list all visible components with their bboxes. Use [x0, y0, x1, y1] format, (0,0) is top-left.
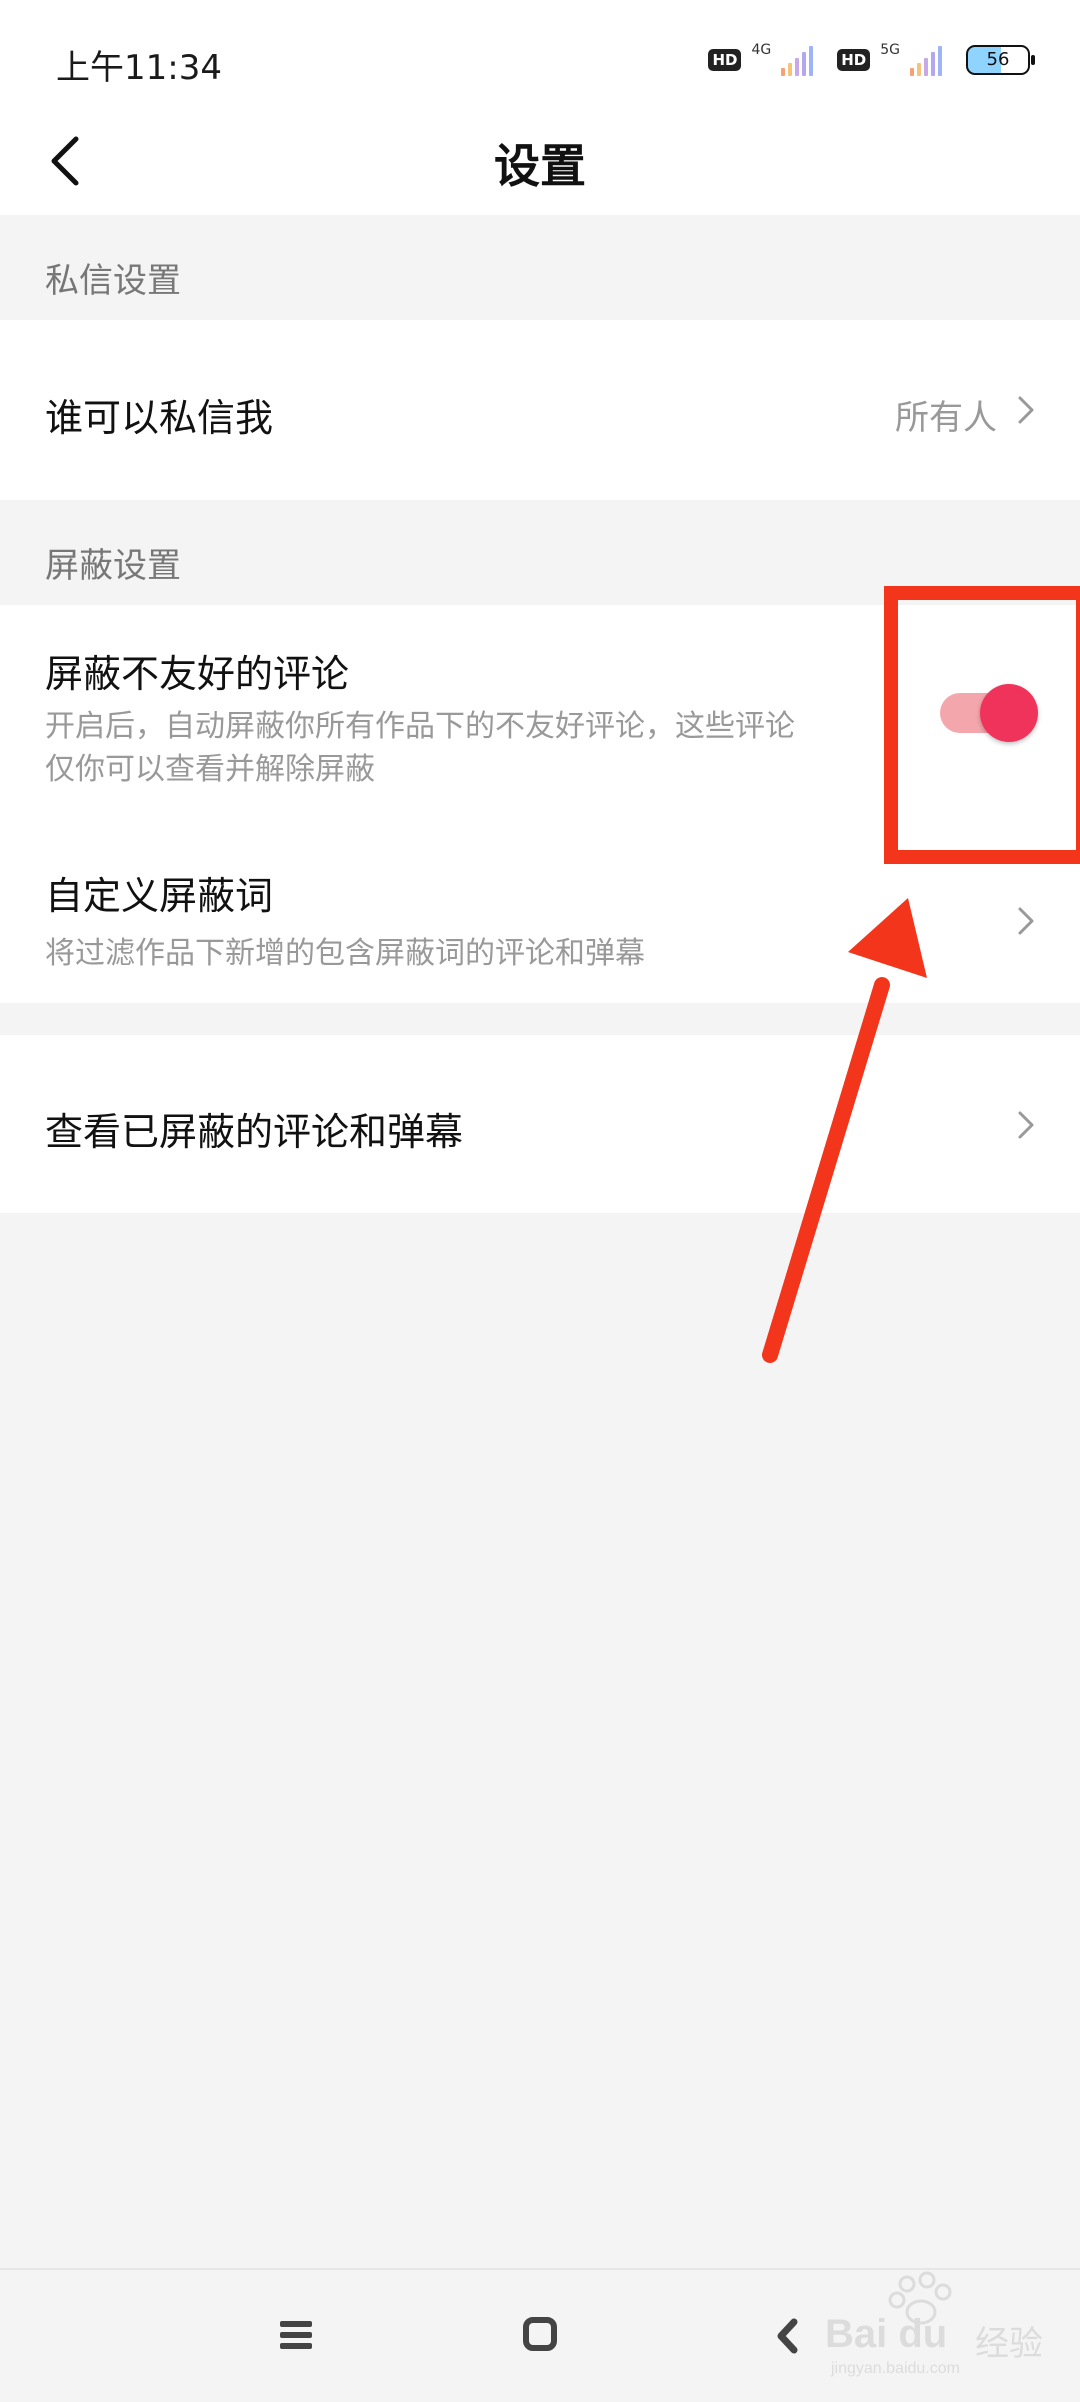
menu-icon[interactable]: [278, 2318, 314, 2352]
watermark-url: jingyan.baidu.com: [831, 2360, 960, 2377]
baidu-watermark: Bai du 经验 jingyan.baidu.com: [825, 2270, 1065, 2380]
home-icon[interactable]: [522, 2316, 558, 2352]
back-icon[interactable]: [772, 2316, 802, 2356]
watermark-brand: Bai du: [825, 2312, 948, 2356]
annotation-arrow-icon: [762, 898, 927, 1363]
watermark-cn: 经验: [975, 2325, 1043, 2363]
